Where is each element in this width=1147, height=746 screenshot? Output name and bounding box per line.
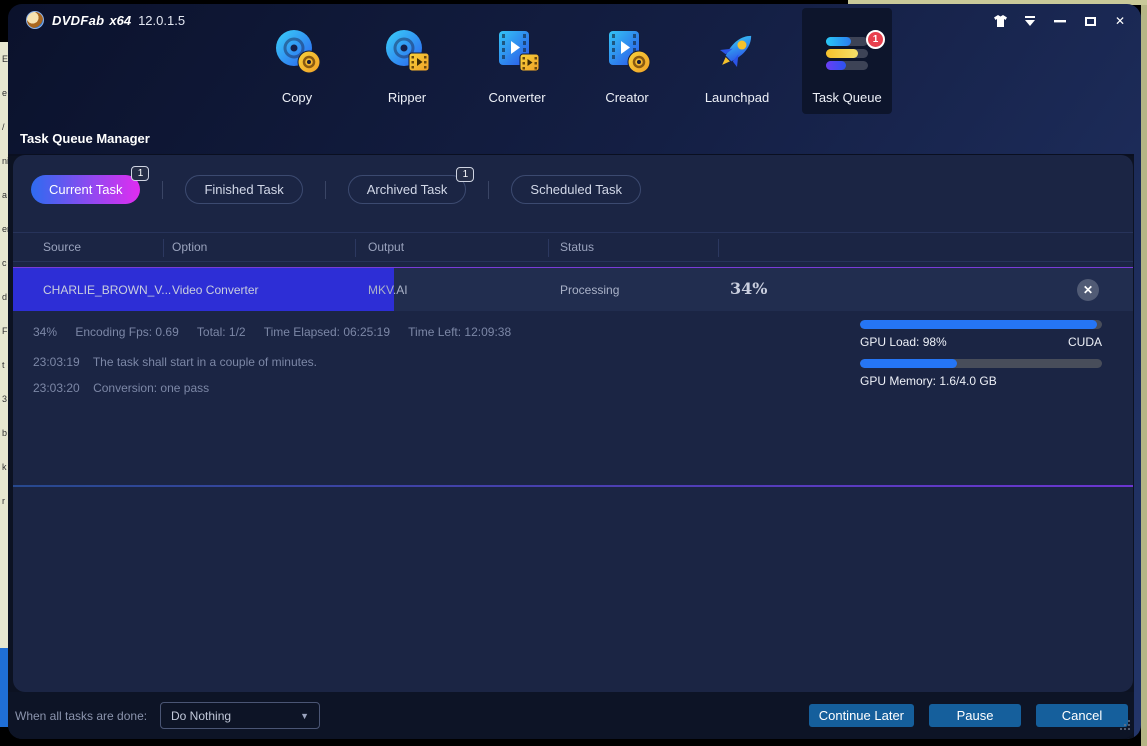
- nav-label-task-queue: Task Queue: [812, 90, 881, 105]
- nav-label-converter: Converter: [488, 90, 545, 105]
- background-right-sliver: [1141, 0, 1147, 746]
- column-option: Option: [172, 240, 207, 254]
- minimize-icon[interactable]: [1053, 14, 1067, 28]
- tab-separator: [325, 181, 326, 199]
- log-time: 23:03:19: [33, 355, 80, 369]
- tab-archived-task[interactable]: Archived Task 1: [348, 175, 467, 204]
- nav-item-ripper[interactable]: Ripper: [362, 8, 452, 114]
- tab-current-task[interactable]: Current Task 1: [31, 175, 140, 204]
- rocket-icon: [711, 26, 763, 78]
- nav-item-copy[interactable]: Copy: [252, 8, 342, 114]
- dvdfab-window: DVDFab x64 12.0.1.5 ✕ Copy: [8, 4, 1141, 739]
- log-text: The task shall start in a couple of minu…: [93, 355, 317, 369]
- nav-label-creator: Creator: [605, 90, 648, 105]
- resize-grip[interactable]: [1119, 718, 1131, 736]
- cell-output: MKV.AI: [368, 283, 408, 297]
- gpu-memory-label: GPU Memory: 1.6/4.0 GB: [860, 374, 997, 388]
- app-title: DVDFab x64 12.0.1.5: [52, 13, 185, 28]
- gpu-memory-fill: [860, 359, 957, 368]
- task-tabs: Current Task 1 Finished Task Archived Ta…: [31, 175, 641, 204]
- cell-source: CHARLIE_BROWN_V...: [43, 283, 171, 297]
- bottom-bar: When all tasks are done: Do Nothing ▼ Co…: [8, 692, 1134, 739]
- tab-archived-task-label: Archived Task: [367, 182, 448, 197]
- nav-label-ripper: Ripper: [388, 90, 426, 105]
- tab-scheduled-task-label: Scheduled Task: [530, 182, 622, 197]
- nav-label-copy: Copy: [282, 90, 312, 105]
- table-row[interactable]: CHARLIE_BROWN_V... Video Converter MKV.A…: [13, 267, 1133, 311]
- task-queue-badge: 1: [866, 30, 885, 49]
- stat-time-elapsed: Time Elapsed: 06:25:19: [264, 325, 390, 339]
- film-creator-icon: [601, 26, 653, 78]
- gpu-api-label: CUDA: [1068, 335, 1102, 349]
- when-done-dropdown[interactable]: Do Nothing ▼: [160, 702, 320, 729]
- tab-current-task-badge: 1: [131, 166, 149, 181]
- gpu-load-bar: [860, 320, 1102, 329]
- main-nav: Copy Ripper: [252, 8, 892, 114]
- task-queue-panel: Current Task 1 Finished Task Archived Ta…: [13, 155, 1133, 692]
- gpu-load-label: GPU Load: 98%: [860, 335, 947, 349]
- dropdown-value: Do Nothing: [171, 709, 231, 723]
- film-converter-icon: [491, 26, 543, 78]
- tab-finished-task-label: Finished Task: [204, 182, 283, 197]
- app-name: DVDFab: [52, 13, 104, 28]
- window-controls: ✕: [993, 14, 1127, 28]
- nav-label-launchpad: Launchpad: [705, 90, 769, 105]
- cell-status: Processing: [560, 283, 619, 297]
- page-title: Task Queue Manager: [20, 131, 150, 146]
- cell-option: Video Converter: [172, 283, 259, 297]
- collapse-menu-icon[interactable]: [1023, 14, 1037, 28]
- stat-total: Total: 1/2: [197, 325, 246, 339]
- tab-separator: [162, 181, 163, 199]
- column-source: Source: [43, 240, 81, 254]
- pause-button[interactable]: Pause: [929, 704, 1021, 727]
- log-time: 23:03:20: [33, 381, 80, 395]
- log-text: Conversion: one pass: [93, 381, 209, 395]
- nav-item-launchpad[interactable]: Launchpad: [692, 8, 782, 114]
- tab-separator: [488, 181, 489, 199]
- row-close-button[interactable]: ✕: [1077, 279, 1099, 301]
- stat-encoding-fps: Encoding Fps: 0.69: [75, 325, 178, 339]
- log-line: 23:03:20 Conversion: one pass: [33, 381, 209, 395]
- column-status: Status: [560, 240, 594, 254]
- nav-item-task-queue[interactable]: 1 Task Queue: [802, 8, 892, 114]
- table-header: Source Option Output Status: [13, 232, 1133, 262]
- queue-bars-icon: [821, 26, 873, 78]
- section-divider: [13, 485, 1133, 487]
- chevron-down-icon: ▼: [300, 711, 309, 721]
- nav-item-creator[interactable]: Creator: [582, 8, 672, 114]
- column-output: Output: [368, 240, 404, 254]
- task-stats-line: 34% Encoding Fps: 0.69 Total: 1/2 Time E…: [33, 325, 526, 339]
- tab-archived-task-badge: 1: [456, 167, 474, 182]
- nav-item-converter[interactable]: Converter: [472, 8, 562, 114]
- gpu-load-fill: [860, 320, 1097, 329]
- cell-progress-percent: 34%: [730, 279, 767, 298]
- log-line: 23:03:19 The task shall start in a coupl…: [33, 355, 317, 369]
- maximize-icon[interactable]: [1083, 14, 1097, 28]
- when-done-label: When all tasks are done:: [15, 709, 147, 723]
- app-logo-icon: [26, 11, 44, 29]
- cancel-button[interactable]: Cancel: [1036, 704, 1128, 727]
- stat-percent: 34%: [33, 325, 57, 339]
- disc-copy-icon: [271, 26, 323, 78]
- app-arch: x64: [109, 13, 131, 28]
- close-icon[interactable]: ✕: [1113, 14, 1127, 28]
- stat-time-left: Time Left: 12:09:38: [408, 325, 511, 339]
- disc-ripper-icon: [381, 26, 433, 78]
- continue-later-button[interactable]: Continue Later: [809, 704, 914, 727]
- tab-scheduled-task[interactable]: Scheduled Task: [511, 175, 641, 204]
- skin-icon[interactable]: [993, 14, 1007, 28]
- gpu-memory-bar: [860, 359, 1102, 368]
- tab-finished-task[interactable]: Finished Task: [185, 175, 302, 204]
- app-version: 12.0.1.5: [138, 13, 185, 28]
- gpu-stats: GPU Load: 98% CUDA GPU Memory: 1.6/4.0 G…: [860, 320, 1102, 398]
- tab-current-task-label: Current Task: [49, 182, 122, 197]
